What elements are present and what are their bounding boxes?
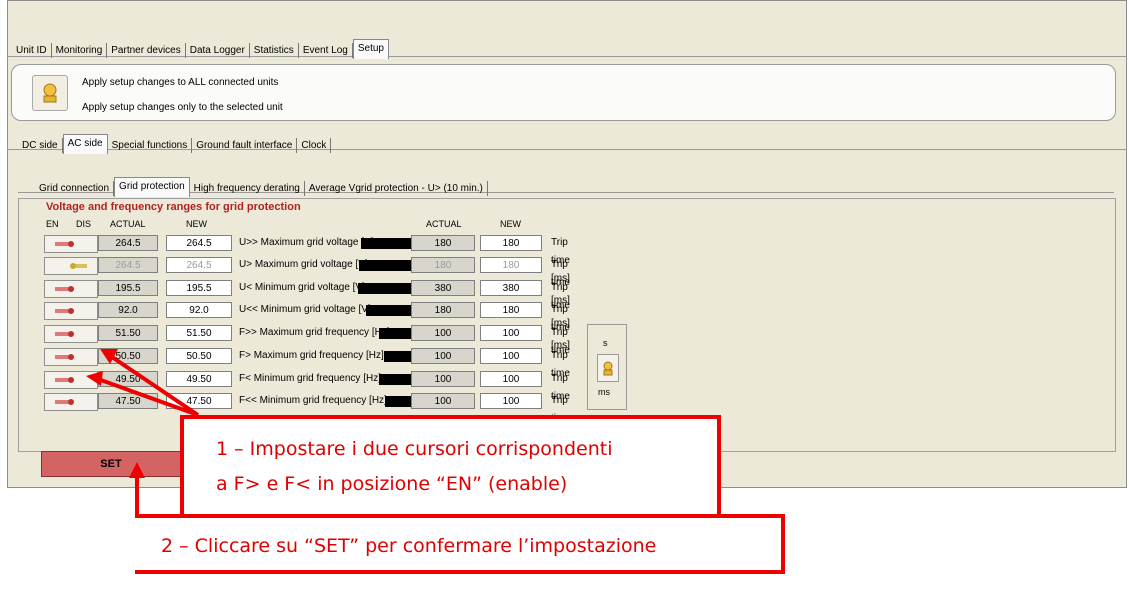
callout-2-text: 2 – Cliccare su “SET” per confermare l’i… [161, 535, 657, 557]
arrow-heads [86, 349, 145, 478]
callout-step-2: 2 – Cliccare su “SET” per confermare l’i… [135, 514, 785, 574]
arrow-head-icon [100, 349, 118, 364]
arrow-head-icon [86, 371, 103, 386]
callout-1-line-1: 1 – Impostare i due cursori corrisponden… [216, 438, 613, 460]
callout-1-line-2: a F> e F< in posizione “EN” (enable) [216, 473, 568, 495]
arrow-head-icon [129, 462, 145, 478]
callout-step-1: 1 – Impostare i due cursori corrisponden… [180, 415, 721, 525]
